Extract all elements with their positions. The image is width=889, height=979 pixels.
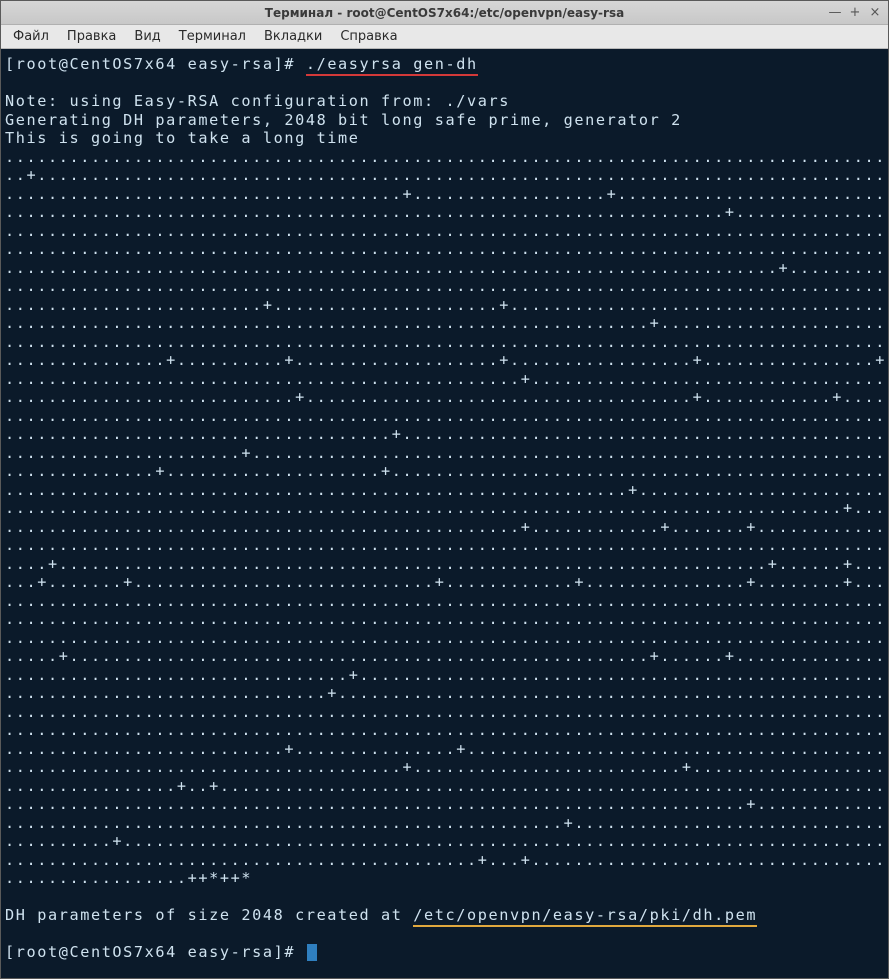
progress-line: ........................................… (5, 536, 884, 555)
menu-file[interactable]: Файл (5, 27, 57, 46)
menubar: Файл Правка Вид Терминал Вкладки Справка (1, 25, 888, 49)
progress-line: .................++*++* (5, 869, 884, 888)
progress-line: .....................................+..… (5, 185, 884, 204)
maximize-icon[interactable]: + (848, 6, 862, 20)
menu-edit[interactable]: Правка (59, 27, 124, 46)
titlebar[interactable]: Терминал - root@CentOS7x64:/etc/openvpn/… (1, 1, 888, 25)
progress-line: ........................................… (5, 795, 884, 814)
progress-line: ........................................… (5, 592, 884, 611)
close-icon[interactable]: × (868, 6, 882, 20)
progress-line: ..............+....................+....… (5, 462, 884, 481)
progress-line: ........................................… (5, 333, 884, 352)
progress-line: ........................................… (5, 222, 884, 241)
progress-line: ..+.....................................… (5, 166, 884, 185)
progress-line: ................................+.......… (5, 666, 884, 685)
progress-line: ..............................+.........… (5, 684, 884, 703)
progress-line: ........................................… (5, 610, 884, 629)
output-line: Generating DH parameters, 2048 bit long … (5, 111, 884, 130)
progress-line: ........................................… (5, 277, 884, 296)
progress-line: ........................................… (5, 407, 884, 426)
prompt: [root@CentOS7x64 easy-rsa]# (5, 55, 306, 73)
progress-line: .....................................+..… (5, 758, 884, 777)
progress-line: .....+..................................… (5, 647, 884, 666)
progress-line: ........................................… (5, 814, 884, 833)
terminal-window: Терминал - root@CentOS7x64:/etc/openvpn/… (0, 0, 889, 979)
progress-line: ................+..+....................… (5, 777, 884, 796)
progress-line: ....................................+...… (5, 425, 884, 444)
progress-line: ........................................… (5, 240, 884, 259)
menu-tabs[interactable]: Вкладки (256, 27, 330, 46)
progress-line: ...........................+............… (5, 388, 884, 407)
progress-line: ......................+.................… (5, 444, 884, 463)
progress-line: ...............+..........+.............… (5, 351, 884, 370)
progress-line: ........................................… (5, 314, 884, 333)
progress-line: ........................................… (5, 851, 884, 870)
blank-line (5, 888, 884, 907)
menu-help[interactable]: Справка (332, 27, 405, 46)
blank-line (5, 925, 884, 944)
progress-line: ........................................… (5, 703, 884, 722)
progress-line: ........................+...............… (5, 296, 884, 315)
progress-line: ..........+.............................… (5, 832, 884, 851)
progress-line: ........................................… (5, 370, 884, 389)
output-line: Note: using Easy-RSA configuration from:… (5, 92, 884, 111)
progress-line: ..........................+.............… (5, 740, 884, 759)
progress-line: ........................................… (5, 518, 884, 537)
command-text: ./easyrsa gen-dh (306, 55, 478, 76)
progress-line: ........................................… (5, 259, 884, 278)
result-path: /etc/openvpn/easy-rsa/pki/dh.pem (413, 906, 757, 927)
progress-line: ........................................… (5, 203, 884, 222)
output-line: This is going to take a long time (5, 129, 884, 148)
blank-line (5, 74, 884, 93)
terminal-content[interactable]: [root@CentOS7x64 easy-rsa]# ./easyrsa ge… (1, 49, 888, 978)
menu-terminal[interactable]: Терминал (171, 27, 254, 46)
menu-view[interactable]: Вид (126, 27, 168, 46)
progress-line: ........................................… (5, 499, 884, 518)
cursor-icon (307, 944, 317, 961)
progress-line: ........................................… (5, 629, 884, 648)
progress-line: ...+.......+............................… (5, 573, 884, 592)
output-line: DH parameters of size 2048 created at (5, 906, 413, 924)
progress-line: ........................................… (5, 721, 884, 740)
progress-line: ........................................… (5, 481, 884, 500)
window-title: Терминал - root@CentOS7x64:/etc/openvpn/… (7, 6, 882, 20)
prompt: [root@CentOS7x64 easy-rsa]# (5, 943, 306, 961)
progress-line: ....+...................................… (5, 555, 884, 574)
minimize-icon[interactable]: — (828, 6, 842, 20)
progress-line: ........................................… (5, 148, 884, 167)
